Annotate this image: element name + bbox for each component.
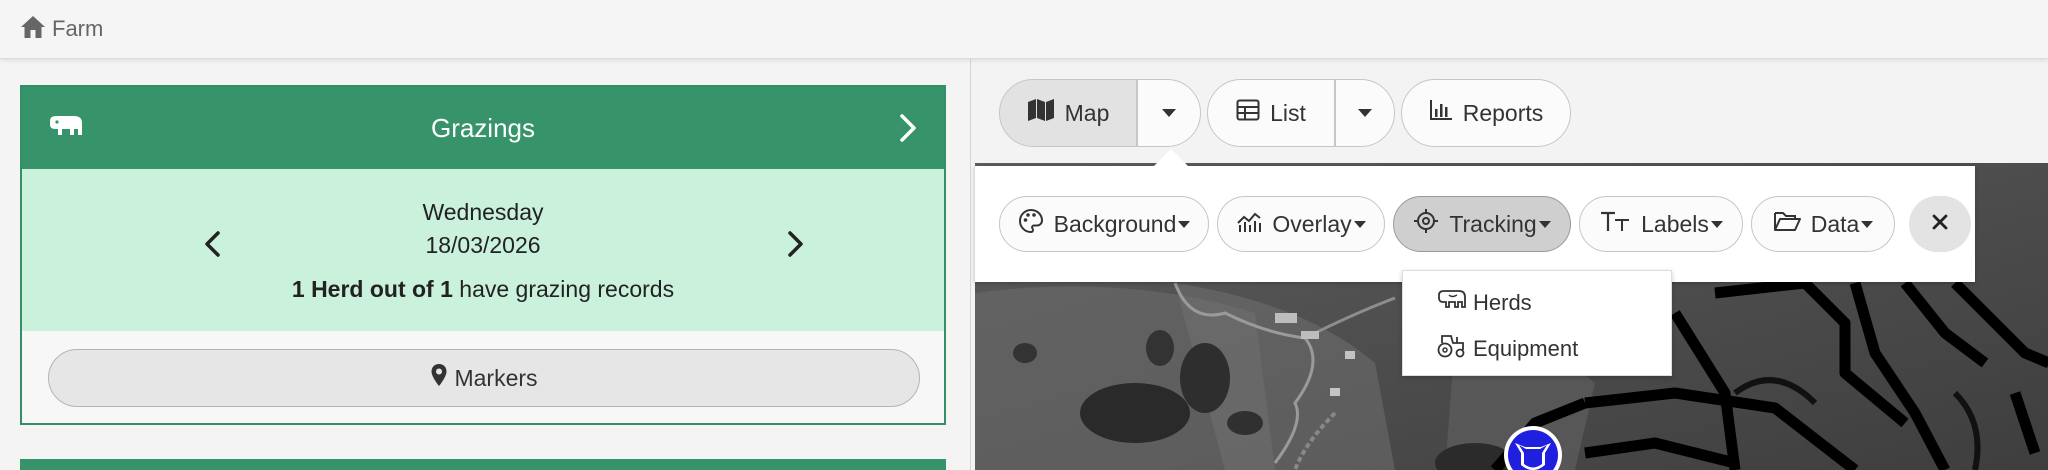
grazings-title: Grazings xyxy=(430,112,536,143)
map-layers-toolbar: Background Overlay Tracking Labels Data xyxy=(975,149,1975,282)
close-icon xyxy=(1931,213,1949,236)
reports-label: Reports xyxy=(1462,99,1544,126)
caret-down-icon xyxy=(1538,220,1551,228)
reports-button[interactable]: Reports xyxy=(1401,79,1571,147)
grazing-summary-count: 1 Herd out of 1 xyxy=(291,276,453,302)
grazings-card: Grazings Wednesday 18/03/2026 1 Herd out… xyxy=(20,85,946,425)
list-options-dropdown[interactable] xyxy=(1335,79,1395,147)
caret-down-icon xyxy=(1353,220,1366,228)
line-chart-icon xyxy=(1236,209,1272,239)
grazings-card-header[interactable]: Grazings xyxy=(22,87,944,169)
grazings-card-body: Wednesday 18/03/2026 1 Herd out of 1 hav… xyxy=(22,169,944,331)
crosshair-icon xyxy=(1413,208,1449,240)
selected-day: Wednesday xyxy=(422,199,544,225)
map-label: Map xyxy=(1064,99,1110,126)
right-panel: Map List Reports Background Overlay Trac… xyxy=(970,59,2048,470)
overlay-label: Overlay xyxy=(1272,210,1352,237)
tracking-label: Tracking xyxy=(1449,210,1537,237)
home-icon[interactable] xyxy=(20,14,52,45)
map-view-button[interactable]: Map xyxy=(999,79,1137,147)
left-panel: Grazings Wednesday 18/03/2026 1 Herd out… xyxy=(0,59,970,470)
table-icon xyxy=(1236,99,1270,127)
equipment-label: Equipment xyxy=(1473,336,1579,361)
data-label: Data xyxy=(1810,210,1860,237)
grazing-summary-text: have grazing records xyxy=(452,276,675,302)
list-view-button[interactable]: List xyxy=(1207,79,1335,147)
breadcrumb-farm[interactable]: Farm xyxy=(52,16,103,42)
map-icon xyxy=(1027,98,1065,128)
caret-down-icon xyxy=(1710,220,1723,228)
cow-icon xyxy=(1437,289,1473,317)
background-label: Background xyxy=(1053,210,1177,237)
map-options-dropdown[interactable] xyxy=(1137,79,1201,147)
overlay-layer-button[interactable]: Overlay xyxy=(1217,196,1385,252)
tracking-dropdown-menu: Herds Equipment xyxy=(1402,270,1672,376)
map-pin-icon xyxy=(430,363,454,393)
labels-layer-button[interactable]: Labels xyxy=(1579,196,1743,252)
herds-label: Herds xyxy=(1473,290,1532,315)
next-card-header[interactable] xyxy=(20,459,946,470)
tracking-menu-item-equipment[interactable]: Equipment xyxy=(1437,333,1578,365)
bar-chart-icon xyxy=(1429,99,1463,127)
markers-button[interactable]: Markers xyxy=(48,349,920,407)
tractor-icon xyxy=(1437,333,1473,365)
labels-label: Labels xyxy=(1641,210,1709,237)
text-size-icon xyxy=(1599,209,1641,239)
background-layer-button[interactable]: Background xyxy=(999,196,1209,252)
folder-open-icon xyxy=(1773,210,1811,238)
grazing-summary: 1 Herd out of 1 have grazing records xyxy=(22,276,944,303)
close-layers-button[interactable] xyxy=(1909,196,1971,252)
list-label: List xyxy=(1270,99,1306,126)
toolbar-pointer xyxy=(1154,149,1188,183)
palette-icon xyxy=(1018,208,1054,240)
caret-down-icon xyxy=(1358,109,1372,117)
tracking-menu-item-herds[interactable]: Herds xyxy=(1437,289,1532,317)
tracking-layer-button[interactable]: Tracking xyxy=(1393,196,1571,252)
markers-label: Markers xyxy=(454,364,538,391)
caret-down-icon xyxy=(1162,109,1176,117)
caret-down-icon xyxy=(1861,220,1874,228)
data-layer-button[interactable]: Data xyxy=(1751,196,1895,252)
top-bar: Farm xyxy=(0,0,2048,59)
caret-down-icon xyxy=(1178,220,1191,228)
herd-marker-icon[interactable] xyxy=(1503,425,1563,470)
